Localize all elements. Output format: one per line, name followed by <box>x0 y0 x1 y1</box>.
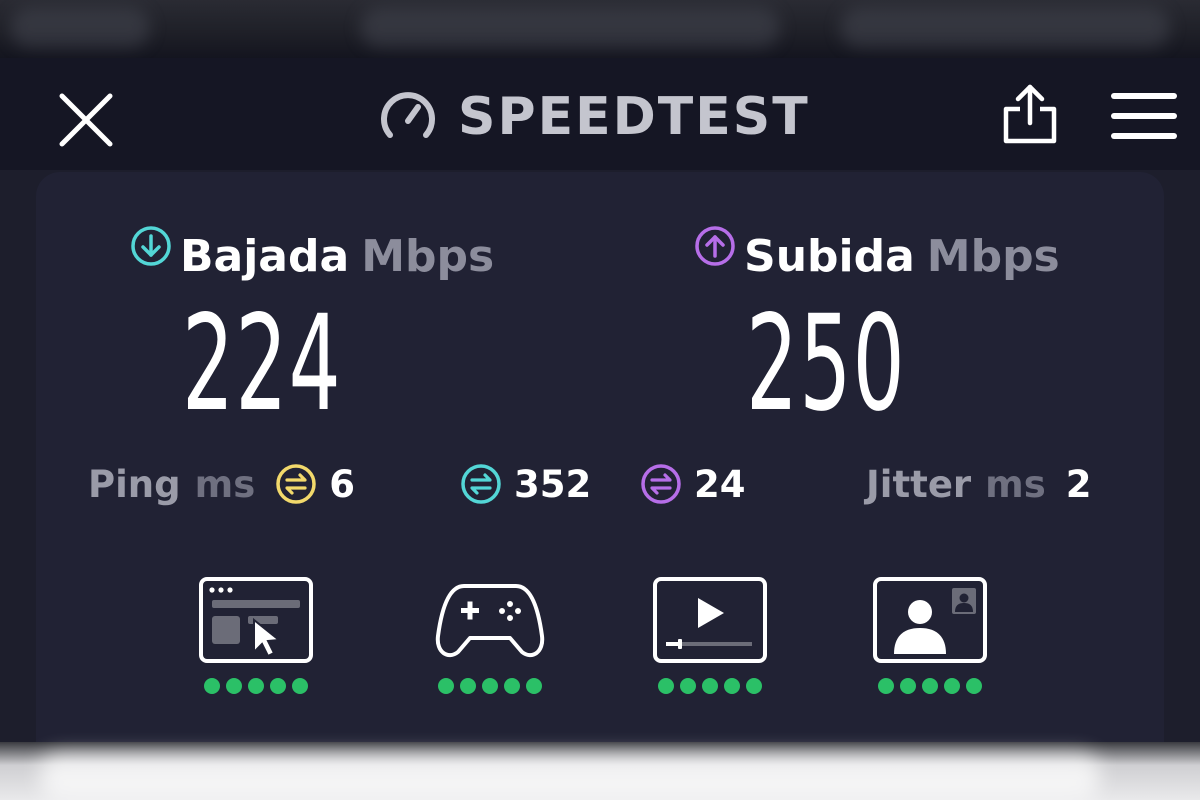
rating-dot <box>746 678 762 694</box>
share-button[interactable] <box>996 80 1064 148</box>
app-title: SPEEDTEST <box>458 87 810 147</box>
use-case-gaming[interactable] <box>430 576 550 694</box>
rating-dot <box>438 678 454 694</box>
rating-dots <box>658 678 762 694</box>
ping-idle-value: 6 <box>329 462 355 506</box>
rating-dot <box>900 678 916 694</box>
rating-dot <box>460 678 476 694</box>
download-arrow-icon <box>131 226 171 266</box>
rating-dots <box>204 678 308 694</box>
jitter-unit: ms <box>985 462 1046 506</box>
rating-dot <box>248 678 264 694</box>
rating-dot <box>292 678 308 694</box>
rating-dot <box>526 678 542 694</box>
rating-dot <box>482 678 498 694</box>
jitter: Jitter ms 2 <box>866 454 1092 514</box>
ping-download: 352 <box>460 454 591 514</box>
ping-idle: Ping ms 6 <box>88 454 355 514</box>
video-chat-icon <box>873 577 987 663</box>
hamburger-menu-icon <box>1111 93 1177 139</box>
download-header: Bajada Mbps <box>130 226 494 286</box>
rating-dot <box>724 678 740 694</box>
blurred-shape <box>360 8 780 48</box>
blurred-bottom-background <box>0 742 1200 800</box>
rating-dot <box>658 678 674 694</box>
rating-dot <box>204 678 220 694</box>
ping-unit: ms <box>194 462 256 506</box>
download-unit: Mbps <box>361 230 495 282</box>
rating-dots <box>438 678 542 694</box>
rating-dots <box>878 678 982 694</box>
blurred-shape <box>840 8 1170 48</box>
jitter-label: Jitter <box>866 462 972 506</box>
app-header: SPEEDTEST <box>0 58 1200 170</box>
upload-latency-icon <box>641 464 681 504</box>
rating-dot <box>966 678 982 694</box>
upload-value: 250 <box>746 287 906 441</box>
ping-label: Ping <box>88 462 181 506</box>
download-value: 224 <box>182 287 342 441</box>
upload-label: Subida <box>744 230 915 282</box>
jitter-value: 2 <box>1065 462 1092 506</box>
rating-dot <box>702 678 718 694</box>
use-case-web-browsing[interactable] <box>196 576 316 694</box>
idle-latency-icon <box>276 464 316 504</box>
ping-upload-value: 24 <box>694 462 746 506</box>
rating-dot <box>680 678 696 694</box>
menu-button[interactable] <box>1106 84 1182 148</box>
rating-dot <box>226 678 242 694</box>
upload-header: Subida Mbps <box>694 226 1060 286</box>
video-streaming-icon <box>653 577 767 663</box>
rating-dot <box>944 678 960 694</box>
use-case-video-chat[interactable] <box>870 576 990 694</box>
download-label: Bajada <box>180 230 350 282</box>
speedtest-logo: SPEEDTEST <box>378 82 810 152</box>
close-button[interactable] <box>52 86 120 154</box>
web-browsing-icon <box>199 577 313 663</box>
rating-dot <box>504 678 520 694</box>
share-icon <box>1003 84 1057 144</box>
gaming-controller-icon <box>435 584 545 658</box>
results-card: Bajada Mbps 224 Subida Mbps 250 Ping ms … <box>36 172 1164 792</box>
blurred-shape <box>40 754 1100 800</box>
upload-unit: Mbps <box>926 230 1060 282</box>
blurred-shape <box>10 8 150 48</box>
close-icon <box>59 93 113 147</box>
download-latency-icon <box>461 464 501 504</box>
use-case-video-streaming[interactable] <box>650 576 770 694</box>
rating-dot <box>922 678 938 694</box>
ping-upload: 24 <box>640 454 746 514</box>
upload-arrow-icon <box>695 226 735 266</box>
rating-dot <box>270 678 286 694</box>
blurred-top-background <box>0 0 1200 58</box>
speedometer-icon <box>381 92 435 138</box>
rating-dot <box>878 678 894 694</box>
ping-download-value: 352 <box>514 462 592 506</box>
